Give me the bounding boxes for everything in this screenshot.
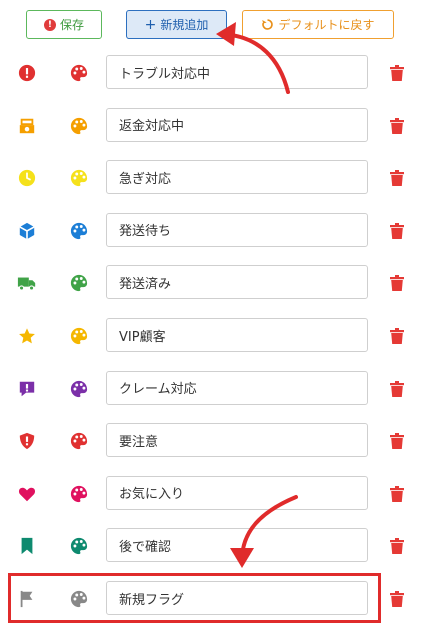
trash-icon[interactable] — [387, 589, 407, 609]
undo-icon — [262, 19, 274, 30]
toolbar: ! 保存 + 新規追加 デフォルトに戻す — [0, 0, 423, 48]
flag-icon — [16, 588, 38, 610]
trash-icon[interactable] — [387, 431, 407, 451]
tag-label-input[interactable]: トラブル対応中 — [106, 55, 368, 89]
shield-exclamation-icon — [16, 430, 38, 452]
tag-label-input[interactable]: 急ぎ対応 — [106, 160, 368, 195]
trash-icon[interactable] — [387, 273, 407, 293]
tag-label-input[interactable]: 後で確認 — [106, 528, 368, 563]
palette-icon[interactable] — [68, 272, 90, 294]
save-label: 保存 — [59, 18, 84, 32]
exclamation-circle-icon — [16, 62, 38, 84]
tag-row: クレーム対応 — [0, 368, 423, 408]
trash-icon[interactable] — [387, 63, 407, 83]
refund-icon — [16, 115, 38, 137]
trash-icon[interactable] — [387, 484, 407, 504]
trash-icon[interactable] — [387, 116, 407, 136]
tag-row: お気に入り — [0, 473, 423, 513]
tag-row: トラブル対応中 — [0, 52, 423, 92]
bookmark-icon — [16, 535, 38, 557]
palette-icon[interactable] — [68, 220, 90, 242]
palette-icon[interactable] — [68, 483, 90, 505]
tag-row: 返金対応中 — [0, 105, 423, 145]
palette-icon[interactable] — [68, 325, 90, 347]
palette-icon[interactable] — [68, 535, 90, 557]
tag-row: 後で確認 — [0, 525, 423, 565]
clock-icon — [16, 167, 38, 189]
box-icon — [16, 220, 38, 242]
palette-icon[interactable] — [68, 430, 90, 452]
palette-icon[interactable] — [68, 115, 90, 137]
tag-row: 新規フラグ — [0, 578, 423, 618]
trash-icon[interactable] — [387, 326, 407, 346]
plus-icon: + — [144, 16, 157, 33]
tag-label-input[interactable]: 発送済み — [106, 265, 368, 300]
tag-label-input[interactable]: 要注意 — [106, 423, 368, 458]
tag-row: 急ぎ対応 — [0, 157, 423, 197]
tag-row: 発送済み — [0, 262, 423, 302]
add-label: 新規追加 — [160, 18, 209, 32]
reset-label: デフォルトに戻す — [278, 18, 375, 32]
tag-row: 要注意 — [0, 420, 423, 460]
tag-label-input[interactable]: お気に入り — [106, 475, 368, 510]
palette-icon[interactable] — [68, 62, 90, 84]
heart-icon — [16, 483, 38, 505]
star-icon — [16, 325, 38, 347]
tag-row: 発送待ち — [0, 210, 423, 250]
add-new-button[interactable]: + 新規追加 — [126, 10, 227, 39]
palette-icon[interactable] — [68, 378, 90, 400]
trash-icon[interactable] — [387, 168, 407, 188]
trash-icon[interactable] — [387, 221, 407, 241]
comment-exclamation-icon — [16, 378, 38, 400]
tag-label-input[interactable]: VIP顧客 — [106, 318, 368, 352]
tag-label-input[interactable]: 新規フラグ — [106, 581, 368, 615]
trash-icon[interactable] — [387, 536, 407, 556]
tag-label-input[interactable]: クレーム対応 — [106, 370, 368, 405]
truck-icon — [16, 272, 38, 294]
palette-icon[interactable] — [68, 167, 90, 189]
tag-label-input[interactable]: 発送待ち — [106, 212, 368, 247]
reset-default-button[interactable]: デフォルトに戻す — [242, 10, 394, 39]
palette-icon[interactable] — [68, 588, 90, 610]
trash-icon[interactable] — [387, 379, 407, 399]
tag-label-input[interactable]: 返金対応中 — [106, 107, 368, 142]
save-button[interactable]: ! 保存 — [26, 10, 102, 39]
tag-row: VIP顧客 — [0, 315, 423, 355]
exclamation-icon: ! — [43, 18, 56, 31]
